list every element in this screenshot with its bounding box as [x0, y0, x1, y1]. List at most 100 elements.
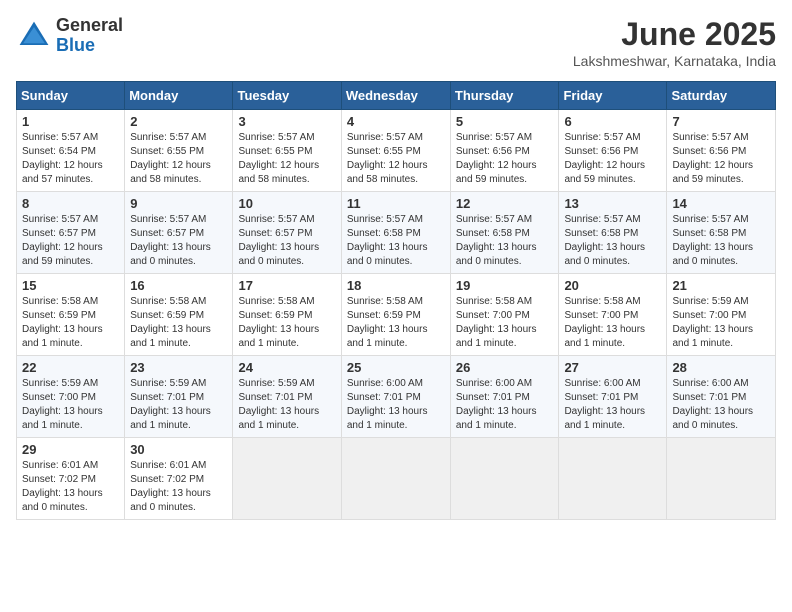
logo-blue: Blue — [56, 36, 123, 56]
calendar-cell: 7 Sunrise: 5:57 AM Sunset: 6:56 PM Daylig… — [667, 110, 776, 192]
day-number: 26 — [456, 360, 554, 375]
day-number: 16 — [130, 278, 227, 293]
calendar-cell: 25 Sunrise: 6:00 AM Sunset: 7:01 PM Dayli… — [341, 356, 450, 438]
day-number: 20 — [564, 278, 661, 293]
day-number: 14 — [672, 196, 770, 211]
day-info: Sunrise: 5:58 AM Sunset: 7:00 PM Dayligh… — [456, 295, 554, 351]
location-title: Lakshmeshwar, Karnataka, India — [573, 53, 776, 69]
day-number: 4 — [347, 114, 445, 129]
day-number: 11 — [347, 196, 445, 211]
day-info: Sunrise: 6:01 AM Sunset: 7:02 PM Dayligh… — [130, 459, 227, 515]
day-info: Sunrise: 5:58 AM Sunset: 6:59 PM Dayligh… — [238, 295, 335, 351]
day-info: Sunrise: 5:57 AM Sunset: 6:54 PM Dayligh… — [22, 131, 119, 187]
calendar-cell — [450, 438, 559, 520]
day-info: Sunrise: 5:57 AM Sunset: 6:55 PM Dayligh… — [347, 131, 445, 187]
day-info: Sunrise: 5:58 AM Sunset: 6:59 PM Dayligh… — [130, 295, 227, 351]
day-info: Sunrise: 5:57 AM Sunset: 6:56 PM Dayligh… — [456, 131, 554, 187]
calendar-cell: 30 Sunrise: 6:01 AM Sunset: 7:02 PM Dayli… — [125, 438, 233, 520]
day-number: 23 — [130, 360, 227, 375]
calendar-cell: 28 Sunrise: 6:00 AM Sunset: 7:01 PM Dayli… — [667, 356, 776, 438]
day-info: Sunrise: 6:00 AM Sunset: 7:01 PM Dayligh… — [564, 377, 661, 433]
day-info: Sunrise: 5:57 AM Sunset: 6:57 PM Dayligh… — [238, 213, 335, 269]
day-info: Sunrise: 5:59 AM Sunset: 7:01 PM Dayligh… — [238, 377, 335, 433]
calendar-cell: 29Sunrise: 6:01 AM Sunset: 7:02 PM Dayli… — [17, 438, 125, 520]
calendar-cell: 26 Sunrise: 6:00 AM Sunset: 7:01 PM Dayli… — [450, 356, 559, 438]
header-monday: Monday — [125, 82, 233, 110]
calendar-cell: 2 Sunrise: 5:57 AM Sunset: 6:55 PM Daylig… — [125, 110, 233, 192]
day-info: Sunrise: 5:57 AM Sunset: 6:57 PM Dayligh… — [22, 213, 119, 269]
calendar-cell: 24 Sunrise: 5:59 AM Sunset: 7:01 PM Dayli… — [233, 356, 341, 438]
calendar-cell: 8Sunrise: 5:57 AM Sunset: 6:57 PM Daylig… — [17, 192, 125, 274]
calendar-week-row: 8Sunrise: 5:57 AM Sunset: 6:57 PM Daylig… — [17, 192, 776, 274]
calendar-cell: 19Sunrise: 5:58 AM Sunset: 7:00 PM Dayli… — [450, 274, 559, 356]
calendar-cell: 21Sunrise: 5:59 AM Sunset: 7:00 PM Dayli… — [667, 274, 776, 356]
header-thursday: Thursday — [450, 82, 559, 110]
day-info: Sunrise: 5:57 AM Sunset: 6:55 PM Dayligh… — [238, 131, 335, 187]
calendar-cell — [233, 438, 341, 520]
day-info: Sunrise: 5:58 AM Sunset: 6:59 PM Dayligh… — [347, 295, 445, 351]
logo-icon — [16, 18, 52, 54]
month-title: June 2025 — [573, 16, 776, 53]
day-number: 15 — [22, 278, 119, 293]
day-info: Sunrise: 5:57 AM Sunset: 6:56 PM Dayligh… — [564, 131, 661, 187]
header: General Blue June 2025 Lakshmeshwar, Kar… — [16, 16, 776, 69]
day-number: 12 — [456, 196, 554, 211]
day-number: 28 — [672, 360, 770, 375]
day-number: 10 — [238, 196, 335, 211]
day-info: Sunrise: 5:59 AM Sunset: 7:01 PM Dayligh… — [130, 377, 227, 433]
calendar-cell: 9Sunrise: 5:57 AM Sunset: 6:57 PM Daylig… — [125, 192, 233, 274]
day-number: 9 — [130, 196, 227, 211]
calendar-cell: 1 Sunrise: 5:57 AM Sunset: 6:54 PM Daylig… — [17, 110, 125, 192]
day-number: 30 — [130, 442, 227, 457]
calendar-week-row: 22Sunrise: 5:59 AM Sunset: 7:00 PM Dayli… — [17, 356, 776, 438]
day-info: Sunrise: 6:00 AM Sunset: 7:01 PM Dayligh… — [456, 377, 554, 433]
calendar-week-row: 1 Sunrise: 5:57 AM Sunset: 6:54 PM Daylig… — [17, 110, 776, 192]
calendar-cell: 4 Sunrise: 5:57 AM Sunset: 6:55 PM Daylig… — [341, 110, 450, 192]
header-saturday: Saturday — [667, 82, 776, 110]
calendar-cell: 27 Sunrise: 6:00 AM Sunset: 7:01 PM Dayli… — [559, 356, 667, 438]
day-info: Sunrise: 6:00 AM Sunset: 7:01 PM Dayligh… — [672, 377, 770, 433]
calendar-cell: 17 Sunrise: 5:58 AM Sunset: 6:59 PM Dayli… — [233, 274, 341, 356]
title-area: June 2025 Lakshmeshwar, Karnataka, India — [573, 16, 776, 69]
calendar-cell: 10 Sunrise: 5:57 AM Sunset: 6:57 PM Dayli… — [233, 192, 341, 274]
day-number: 13 — [564, 196, 661, 211]
header-sunday: Sunday — [17, 82, 125, 110]
header-friday: Friday — [559, 82, 667, 110]
day-info: Sunrise: 5:58 AM Sunset: 7:00 PM Dayligh… — [564, 295, 661, 351]
calendar-cell: 22Sunrise: 5:59 AM Sunset: 7:00 PM Dayli… — [17, 356, 125, 438]
calendar-cell: 18 Sunrise: 5:58 AM Sunset: 6:59 PM Dayli… — [341, 274, 450, 356]
day-number: 27 — [564, 360, 661, 375]
day-number: 2 — [130, 114, 227, 129]
calendar-cell: 3Sunrise: 5:57 AM Sunset: 6:55 PM Daylig… — [233, 110, 341, 192]
day-info: Sunrise: 5:58 AM Sunset: 6:59 PM Dayligh… — [22, 295, 119, 351]
logo: General Blue — [16, 16, 123, 56]
day-info: Sunrise: 5:57 AM Sunset: 6:58 PM Dayligh… — [672, 213, 770, 269]
day-number: 7 — [672, 114, 770, 129]
day-info: Sunrise: 5:59 AM Sunset: 7:00 PM Dayligh… — [672, 295, 770, 351]
day-number: 5 — [456, 114, 554, 129]
calendar-week-row: 29Sunrise: 6:01 AM Sunset: 7:02 PM Dayli… — [17, 438, 776, 520]
calendar-cell: 12 Sunrise: 5:57 AM Sunset: 6:58 PM Dayli… — [450, 192, 559, 274]
calendar-cell: 20 Sunrise: 5:58 AM Sunset: 7:00 PM Dayli… — [559, 274, 667, 356]
day-number: 25 — [347, 360, 445, 375]
calendar-cell: 11Sunrise: 5:57 AM Sunset: 6:58 PM Dayli… — [341, 192, 450, 274]
calendar-cell — [341, 438, 450, 520]
day-number: 18 — [347, 278, 445, 293]
day-number: 6 — [564, 114, 661, 129]
day-number: 24 — [238, 360, 335, 375]
day-info: Sunrise: 5:57 AM Sunset: 6:56 PM Dayligh… — [672, 131, 770, 187]
day-number: 1 — [22, 114, 119, 129]
calendar-header-row: SundayMondayTuesdayWednesdayThursdayFrid… — [17, 82, 776, 110]
logo-text: General Blue — [56, 16, 123, 56]
calendar-cell — [559, 438, 667, 520]
header-tuesday: Tuesday — [233, 82, 341, 110]
day-number: 17 — [238, 278, 335, 293]
calendar-cell: 16 Sunrise: 5:58 AM Sunset: 6:59 PM Dayli… — [125, 274, 233, 356]
day-info: Sunrise: 5:57 AM Sunset: 6:58 PM Dayligh… — [456, 213, 554, 269]
day-info: Sunrise: 5:57 AM Sunset: 6:55 PM Dayligh… — [130, 131, 227, 187]
header-wednesday: Wednesday — [341, 82, 450, 110]
calendar-cell — [667, 438, 776, 520]
day-info: Sunrise: 6:00 AM Sunset: 7:01 PM Dayligh… — [347, 377, 445, 433]
calendar-week-row: 15 Sunrise: 5:58 AM Sunset: 6:59 PM Dayli… — [17, 274, 776, 356]
calendar-cell: 5 Sunrise: 5:57 AM Sunset: 6:56 PM Daylig… — [450, 110, 559, 192]
